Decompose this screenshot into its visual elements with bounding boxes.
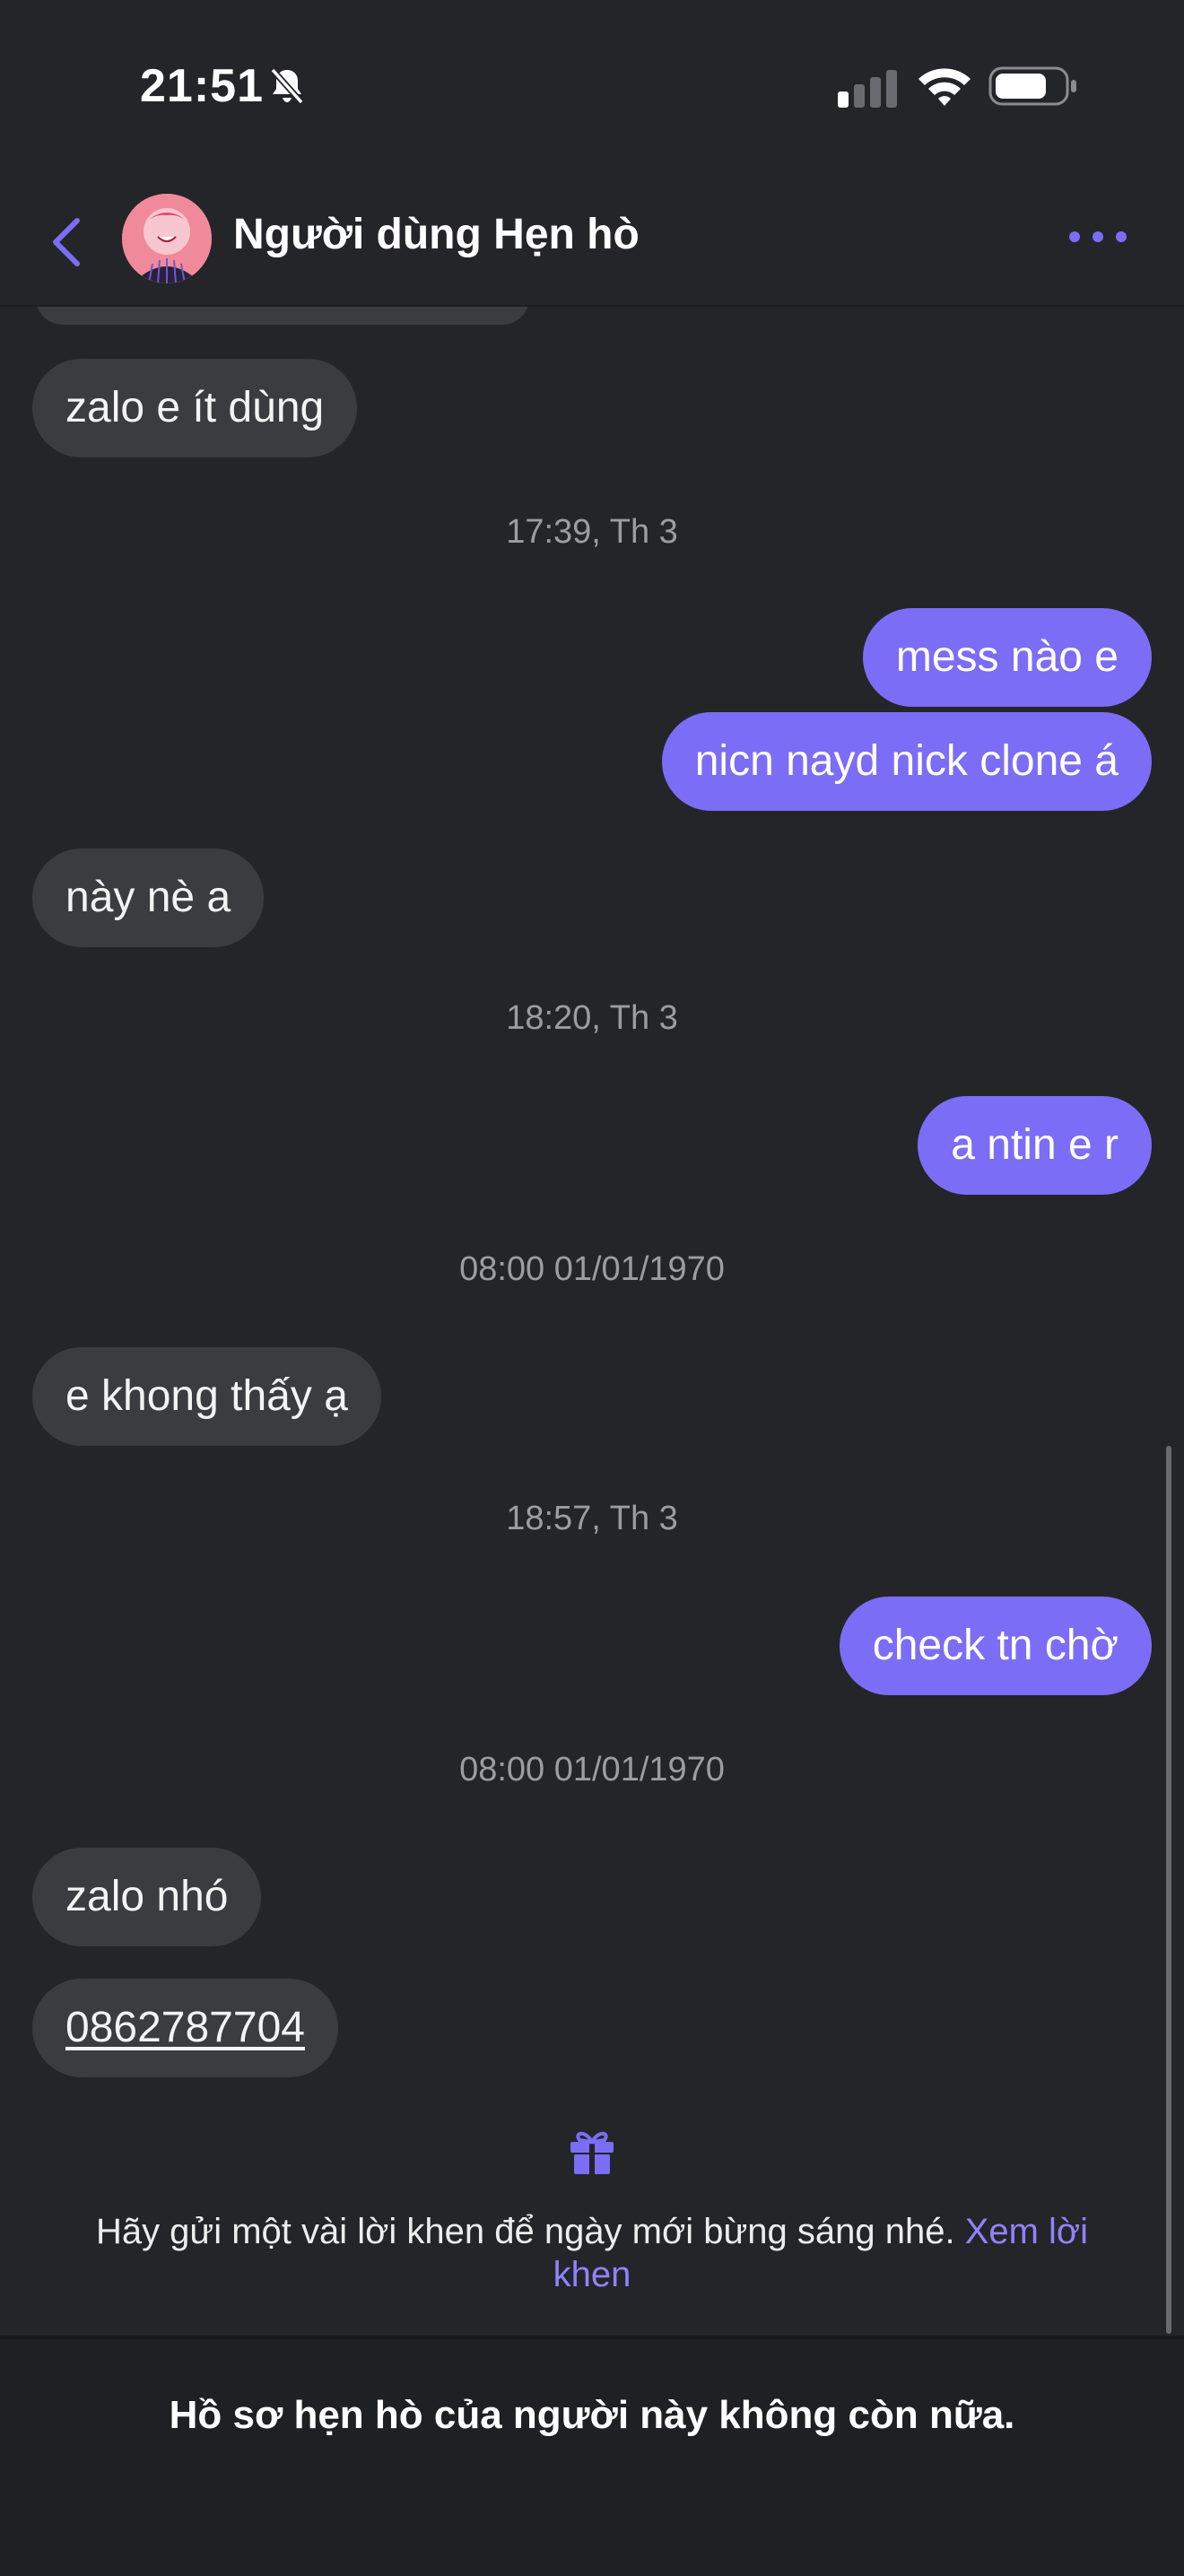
gift-icon [570, 2131, 614, 2174]
back-button[interactable] [41, 206, 95, 278]
profile-unavailable-notice: Hồ sơ hẹn hò của người này không còn nữa… [169, 2393, 1015, 2437]
message-timestamp: 18:20, Th 3 [506, 999, 678, 1037]
message-list[interactable]: zalo e ít dùng 17:39, Th 3 mess nào e ni… [0, 307, 1184, 2334]
compliment-message: Hãy gửi một vài lời khen để ngày mới bừn… [95, 2212, 955, 2251]
phone-number-link[interactable]: 0862787704 [65, 2004, 305, 2051]
message-outgoing[interactable]: mess nào e [862, 608, 1152, 707]
avatar[interactable] [122, 194, 212, 283]
status-bar: 21:51 [0, 0, 1184, 170]
message-bubble-partial [36, 307, 529, 325]
footer-notice: Hồ sơ hẹn hò của người này không còn nữa… [0, 2336, 1184, 2576]
status-time: 21:51 [140, 60, 264, 112]
battery-icon [988, 66, 1076, 106]
scrollbar[interactable] [1166, 1446, 1171, 2334]
message-timestamp: 08:00 01/01/1970 [459, 1250, 725, 1288]
wifi-icon [918, 68, 971, 106]
chat-header: Người dùng Hẹn hò [0, 179, 1184, 307]
message-incoming[interactable]: e khong thấy ạ [32, 1347, 381, 1446]
more-dots-icon[interactable] [1066, 219, 1130, 255]
message-incoming[interactable]: này nè a [32, 849, 265, 947]
message-incoming[interactable]: zalo e ít dùng [32, 359, 358, 457]
bell-slash-icon [270, 67, 304, 105]
message-outgoing[interactable]: a ntin e r [918, 1096, 1152, 1195]
avatar-illustration-icon [122, 194, 212, 283]
message-incoming[interactable]: zalo nhó [32, 1848, 262, 1946]
message-incoming-phone[interactable]: 0862787704 [32, 1979, 338, 2077]
message-timestamp: 08:00 01/01/1970 [459, 1751, 725, 1788]
compliment-text: Hãy gửi một vài lời khen để ngày mới bừn… [54, 2210, 1130, 2296]
message-outgoing[interactable]: check tn chờ [839, 1597, 1152, 1695]
message-timestamp: 17:39, Th 3 [506, 513, 678, 551]
contact-name[interactable]: Người dùng Hẹn hò [233, 210, 640, 259]
message-outgoing[interactable]: nicn nayd nick clone á [661, 712, 1152, 811]
message-timestamp: 18:57, Th 3 [506, 1500, 678, 1537]
signal-icon [838, 70, 897, 108]
